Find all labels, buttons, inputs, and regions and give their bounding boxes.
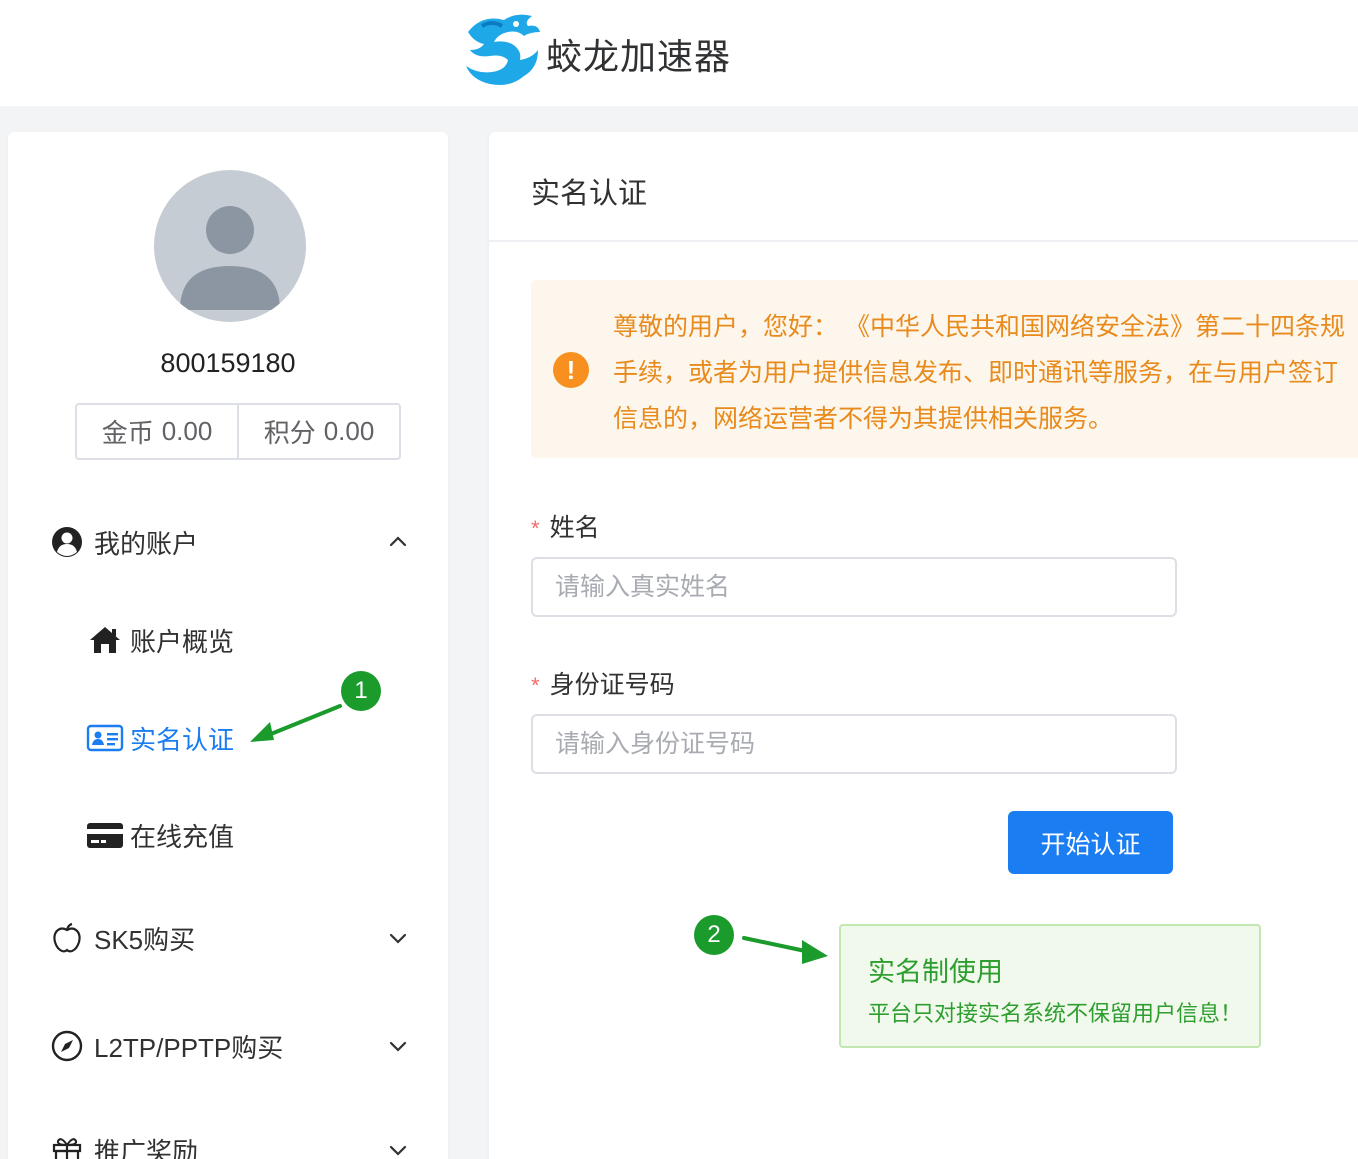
step-badge-1: 1 — [341, 671, 381, 711]
id-card-icon — [86, 724, 124, 752]
menu-group-label: L2TP/PPTP购买 — [94, 1032, 284, 1063]
notice-line: 尊敬的用户，您好： 《中华人民共和国网络安全法》第二十四条规 — [613, 313, 1345, 341]
points-balance: 积分 0.00 — [237, 405, 399, 458]
balance-box: 金币 0.00 积分 0.00 — [75, 403, 401, 460]
coins-label: 金币 — [101, 418, 154, 448]
user-avatar-icon — [180, 206, 280, 310]
arrow-icon — [742, 936, 828, 964]
notice-text: 尊敬的用户，您好： 《中华人民共和国网络安全法》第二十四条规 手续，或者为用户提… — [613, 304, 1358, 442]
chevron-down-icon — [389, 933, 407, 944]
tip-text: 平台只对接实名系统不保留用户信息！ — [868, 1001, 1243, 1026]
menu-group-label: 推广奖励 — [94, 1136, 199, 1159]
sidebar-item-real-name-verification[interactable]: 实名认证 — [8, 718, 448, 758]
id-field-label: * 身份证号码 — [531, 665, 675, 701]
title-divider — [489, 240, 1358, 242]
id-label-text: 身份证号码 — [549, 671, 675, 699]
legal-notice-alert: ! 尊敬的用户，您好： 《中华人民共和国网络安全法》第二十四条规 手续，或者为用… — [531, 280, 1358, 458]
home-icon — [90, 627, 120, 653]
notice-line: 信息的，网络运营者不得为其提供相关服务。 — [613, 405, 1114, 433]
menu-group-sk5-purchase[interactable]: SK5购买 — [8, 918, 448, 958]
sidebar-item-label: 账户概览 — [130, 626, 235, 657]
username: 800159180 — [160, 348, 296, 378]
arrow-icon — [250, 704, 342, 742]
menu-group-label: SK5购买 — [94, 924, 196, 955]
sidebar-item-account-overview[interactable]: 账户概览 — [8, 620, 448, 660]
sidebar-item-label: 实名认证 — [130, 724, 235, 755]
brand-name: 蛟龙加速器 — [546, 36, 732, 77]
required-mark: * — [531, 673, 540, 698]
points-value: 0.00 — [323, 416, 375, 446]
top-bar: 蛟龙加速器 — [0, 0, 1358, 106]
real-name-input[interactable] — [531, 557, 1177, 617]
menu-group-label: 我的账户 — [94, 528, 199, 559]
points-label: 积分 — [263, 418, 316, 448]
sidebar-item-label: 在线充值 — [130, 821, 235, 852]
warning-icon: ! — [553, 352, 589, 388]
start-verification-button[interactable]: 开始认证 — [1008, 811, 1173, 874]
chevron-down-icon — [389, 1041, 407, 1052]
notice-line: 手续，或者为用户提供信息发布、即时通讯等服务，在与用户签订 — [613, 359, 1339, 387]
id-number-input[interactable] — [531, 714, 1177, 774]
dragon-logo-icon[interactable] — [458, 10, 542, 92]
gift-icon — [52, 1138, 82, 1159]
chevron-up-icon — [389, 536, 407, 547]
step-badge-2: 2 — [694, 915, 734, 955]
sidebar-item-online-recharge[interactable]: 在线充值 — [8, 815, 448, 855]
sidebar: 800159180 金币 0.00 积分 0.00 我的账户 账户概览 实名认证… — [8, 132, 448, 1159]
menu-group-l2tp-pptp-purchase[interactable]: L2TP/PPTP购买 — [8, 1026, 448, 1066]
real-name-tip-box: 实名制使用 平台只对接实名系统不保留用户信息！ — [839, 924, 1261, 1048]
user-circle-icon — [52, 527, 82, 557]
menu-group-my-account[interactable]: 我的账户 — [8, 522, 448, 562]
credit-card-icon — [87, 823, 123, 848]
name-field-label: * 姓名 — [531, 508, 600, 544]
name-label-text: 姓名 — [549, 514, 600, 542]
avatar[interactable] — [154, 170, 306, 322]
chevron-down-icon — [389, 1145, 407, 1156]
apple-icon — [53, 922, 81, 953]
coins-balance: 金币 0.00 — [77, 405, 237, 458]
required-mark: * — [531, 516, 540, 541]
coins-value: 0.00 — [161, 416, 213, 446]
main-panel: 实名认证 ! 尊敬的用户，您好： 《中华人民共和国网络安全法》第二十四条规 手续… — [489, 132, 1358, 1159]
menu-group-referral-rewards[interactable]: 推广奖励 — [8, 1130, 448, 1159]
tip-title: 实名制使用 — [868, 957, 1003, 987]
compass-icon — [51, 1030, 83, 1062]
page-title: 实名认证 — [531, 178, 648, 210]
